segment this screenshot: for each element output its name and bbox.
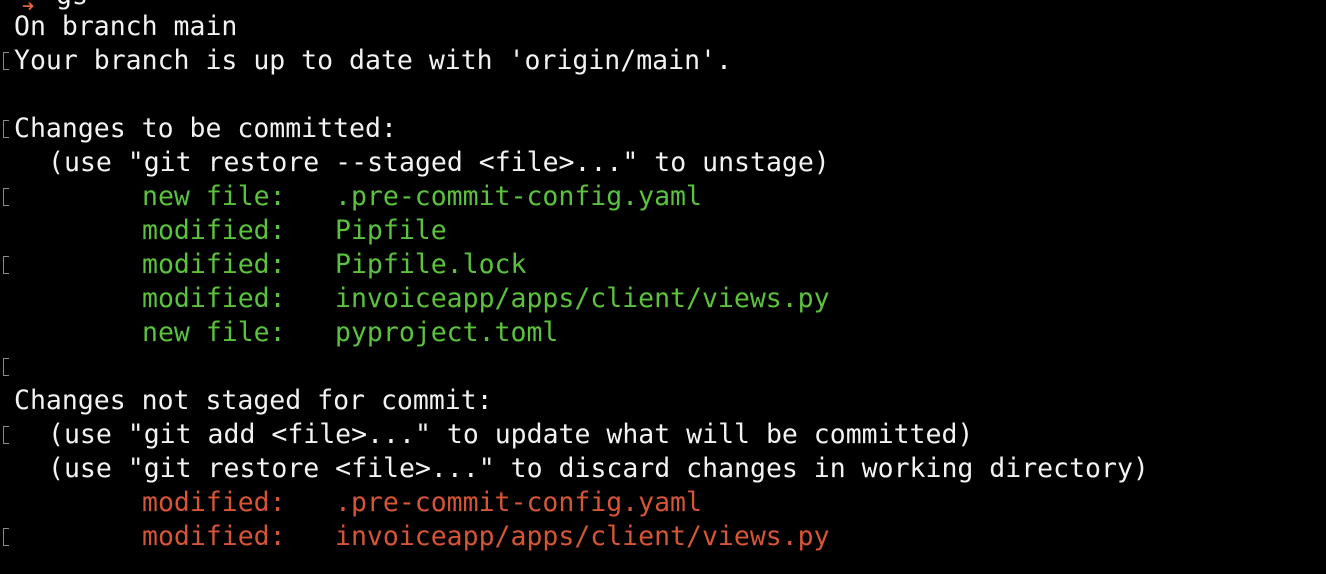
staged-entry-path: Pipfile.lock xyxy=(335,249,527,280)
branch-line: On branch main xyxy=(14,11,238,42)
upstream-line: Your branch is up to date with 'origin/m… xyxy=(14,45,732,76)
staged-entry: modified: Pipfile xyxy=(14,214,447,248)
staged-entry: modified: invoiceapp/apps/client/views.py xyxy=(14,282,830,316)
line-marker xyxy=(3,528,9,546)
unstaged-entry: modified: invoiceapp/apps/client/views.py xyxy=(14,520,830,554)
staged-entry-label: modified: xyxy=(142,215,286,246)
unstaged-entry-path: invoiceapp/apps/client/views.py xyxy=(335,521,830,552)
staged-entry-label: modified: xyxy=(142,283,286,314)
staged-entry: modified: Pipfile.lock xyxy=(14,248,526,282)
staged-hint: (use "git restore --staged <file>..." to… xyxy=(48,147,830,178)
staged-entry-label: new file: xyxy=(142,181,286,212)
line-marker xyxy=(3,358,9,376)
line-marker xyxy=(3,426,9,444)
unstaged-header: Changes not staged for commit: xyxy=(14,385,493,416)
unstaged-entry: modified: .pre-commit-config.yaml xyxy=(14,486,702,520)
staged-entry-path: pyproject.toml xyxy=(335,317,559,348)
staged-entry: new file: .pre-commit-config.yaml xyxy=(14,180,702,214)
staged-entry-label: modified: xyxy=(142,249,286,280)
staged-entry-path: .pre-commit-config.yaml xyxy=(335,181,702,212)
unstaged-hint: (use "git restore <file>..." to discard … xyxy=(48,453,1149,484)
line-marker xyxy=(3,52,9,70)
unstaged-hint: (use "git add <file>..." to update what … xyxy=(48,419,974,450)
line-marker xyxy=(3,256,9,274)
unstaged-entry-label: modified: xyxy=(142,487,286,518)
unstaged-entry-path: .pre-commit-config.yaml xyxy=(335,487,702,518)
prompt-command: gs xyxy=(56,0,88,9)
terminal-window[interactable]: ➜ gs On branch main Your branch is up to… xyxy=(0,0,1326,574)
staged-header: Changes to be committed: xyxy=(14,113,397,144)
line-marker xyxy=(3,120,9,138)
line-marker xyxy=(3,188,9,206)
staged-entry-path: invoiceapp/apps/client/views.py xyxy=(335,283,830,314)
staged-entry-label: new file: xyxy=(142,317,286,348)
staged-entry-path: Pipfile xyxy=(335,215,447,246)
staged-entry: new file: pyproject.toml xyxy=(14,316,558,350)
unstaged-entry-label: modified: xyxy=(142,521,286,552)
